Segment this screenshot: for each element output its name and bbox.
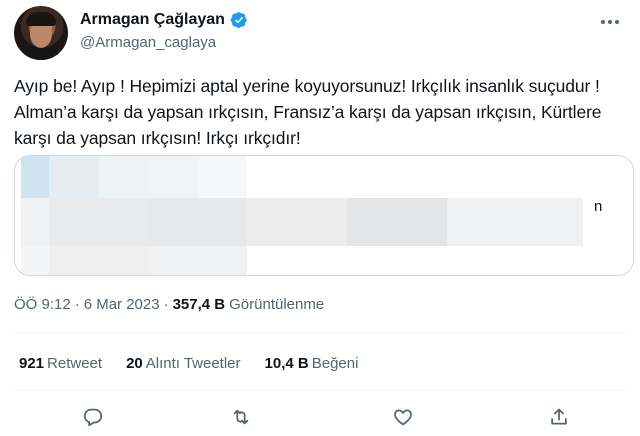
like-icon[interactable] [390, 404, 416, 430]
avatar[interactable] [14, 6, 68, 60]
blur-block [247, 198, 347, 246]
blur-block [149, 156, 199, 198]
blur-block [99, 156, 149, 198]
tweet-meta: ÖÖ 9:12 · 6 Mar 2023 · 357,4 B Görüntüle… [14, 296, 324, 313]
quoted-tweet-card[interactable]: n [14, 155, 634, 276]
blur-block [49, 246, 149, 275]
tweet-actions [0, 404, 640, 432]
author-display-name[interactable]: Armagan Çağlayan [80, 11, 225, 29]
quote-label: Alıntı Tweetler [145, 355, 241, 372]
divider [14, 332, 626, 333]
blur-block [149, 246, 247, 275]
blur-block [347, 198, 447, 246]
quoted-tweet-visible-text: n [594, 198, 603, 215]
blur-block [49, 198, 149, 246]
blur-block [21, 198, 49, 246]
tweet-date[interactable]: 6 Mar 2023 [84, 296, 160, 313]
avatar-hair [26, 12, 56, 26]
blur-block [21, 156, 49, 198]
tweet-text: Ayıp be! Ayıp ! Hepimizi aptal yerine ko… [14, 76, 602, 148]
like-stat[interactable]: 10,4 B Beğeni [265, 355, 359, 372]
blur-block [199, 156, 247, 198]
author-handle[interactable]: @Armagan_caglaya [80, 34, 216, 51]
tweet-header: Armagan Çağlayan @Armagan_caglaya [14, 6, 626, 62]
retweet-count: 921 [19, 355, 45, 372]
blur-block [149, 198, 247, 246]
name-row: Armagan Çağlayan [80, 11, 248, 29]
quote-stat[interactable]: 20 Alıntı Tweetler [126, 355, 240, 372]
views-count: 357,4 B [172, 296, 226, 313]
like-count: 10,4 B [264, 355, 309, 372]
share-icon[interactable] [546, 404, 572, 430]
more-options-icon[interactable] [598, 12, 622, 32]
blur-block [49, 156, 99, 198]
retweet-label: Retweet [47, 355, 103, 372]
blur-block [21, 246, 49, 275]
retweet-stat[interactable]: 921 Retweet [19, 355, 102, 372]
blur-block [447, 198, 583, 246]
views-label: Görüntülenme [229, 296, 325, 313]
meta-separator: · [74, 296, 80, 313]
verified-badge-icon [230, 11, 248, 29]
tweet-stats: 921 Retweet 20 Alıntı Tweetler 10,4 B Beğen… [19, 355, 358, 372]
reply-icon[interactable] [80, 404, 106, 430]
quote-count: 20 [126, 355, 143, 372]
tweet-time[interactable]: ÖÖ 9:12 [14, 296, 71, 313]
retweet-icon[interactable] [228, 404, 254, 430]
meta-separator: · [163, 296, 169, 313]
avatar-shoulders [18, 46, 64, 60]
like-label: Beğeni [311, 355, 359, 372]
divider [14, 390, 626, 391]
